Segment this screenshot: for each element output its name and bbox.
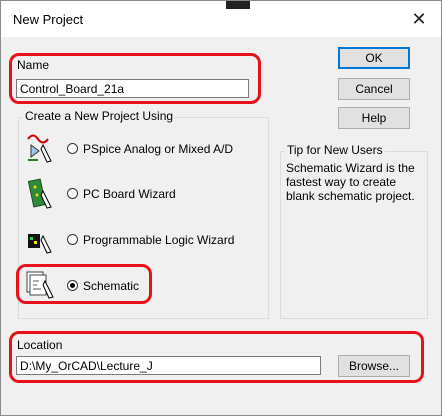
help-button[interactable]: Help (338, 107, 410, 129)
ok-button[interactable]: OK (338, 47, 410, 69)
create-project-group-title: Create a New Project Using (23, 109, 176, 123)
schematic-highlight (16, 264, 152, 304)
cancel-button[interactable]: Cancel (338, 78, 410, 100)
title-bar: New Project ✕ (1, 1, 441, 37)
programmable-logic-icon (28, 234, 52, 254)
tip-title: Tip for New Users (285, 143, 385, 157)
title-bar-artifact (226, 1, 250, 9)
new-project-dialog: New Project ✕ Name OK Cancel Help Create… (0, 0, 442, 416)
radio-pspice-analog[interactable] (67, 143, 78, 154)
name-highlight (9, 53, 261, 104)
option-label-programmable: Programmable Logic Wizard (83, 233, 235, 247)
pc-board-icon (27, 178, 52, 209)
pspice-analog-icon (27, 134, 52, 163)
radio-programmable-logic[interactable] (67, 234, 78, 245)
location-highlight (9, 331, 424, 383)
window-title: New Project (13, 12, 84, 27)
close-icon[interactable]: ✕ (405, 7, 433, 31)
option-label-pspice: PSpice Analog or Mixed A/D (83, 142, 234, 156)
radio-pc-board[interactable] (67, 188, 78, 199)
option-label-pc-board: PC Board Wizard (83, 187, 176, 201)
tip-text: Schematic Wizard is the fastest way to c… (286, 161, 415, 203)
